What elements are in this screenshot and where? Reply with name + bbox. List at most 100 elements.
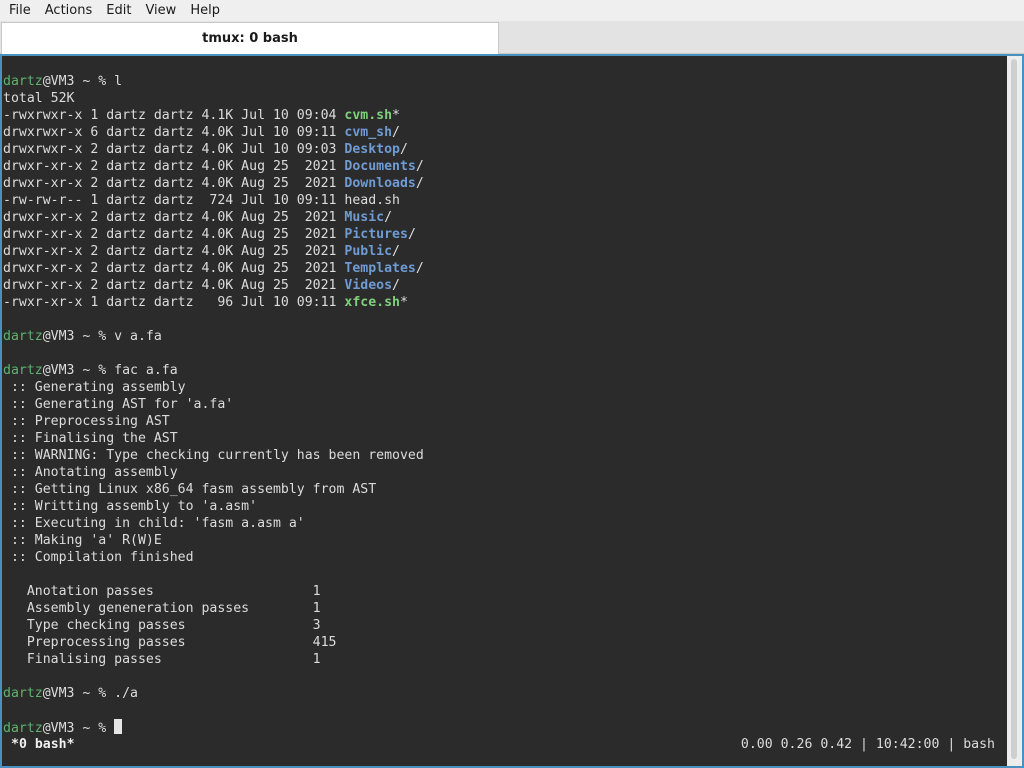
terminal-text: @VM3 ~ % fac a.fa (42, 363, 178, 378)
terminal-text: :: Executing in child: 'fasm a.asm a' (3, 516, 305, 531)
terminal-cursor (114, 719, 123, 734)
terminal-text: total 52K (3, 91, 75, 106)
terminal-line: -rw-rw-r-- 1 dartz dartz 724 Jul 10 09:1… (3, 192, 1003, 209)
terminal-line: :: Finalising the AST (3, 430, 1003, 447)
terminal-line: :: Generating assembly (3, 379, 1003, 396)
terminal-line: dartz@VM3 ~ % (3, 719, 1003, 736)
terminal-text: drwxr-xr-x 2 dartz dartz 4.0K Aug 25 202… (3, 159, 345, 174)
terminal-line: :: Executing in child: 'fasm a.asm a' (3, 515, 1003, 532)
tmux-status-right: 0.00 0.26 0.42 | 10:42:00 | bash (740, 737, 995, 752)
terminal-text: Type checking passes 3 (3, 618, 321, 633)
terminal-text: / (392, 278, 400, 293)
terminal-line: :: WARNING: Type checking currently has … (3, 447, 1003, 464)
terminal-text: * (392, 108, 400, 123)
terminal-scrollbar[interactable] (1007, 56, 1022, 766)
tab-tmux-bash[interactable]: tmux: 0 bash (1, 22, 499, 54)
directory-name: Templates (344, 261, 416, 276)
menu-view[interactable]: View (138, 0, 183, 21)
terminal-line: drwxr-xr-x 2 dartz dartz 4.0K Aug 25 202… (3, 260, 1003, 277)
terminal-text: / (415, 261, 424, 276)
terminal-line: drwxr-xr-x 2 dartz dartz 4.0K Aug 25 202… (3, 158, 1003, 175)
terminal-text: :: Generating assembly (3, 380, 186, 395)
prompt-user: dartz (3, 329, 43, 344)
terminal-text: / (384, 210, 393, 225)
tmux-status-bar: *0 bash* 0.00 0.26 0.42 | 10:42:00 | bas… (2, 736, 1007, 753)
terminal-line: drwxrwxr-x 6 dartz dartz 4.0K Jul 10 09:… (3, 124, 1003, 141)
terminal-text: @VM3 ~ % l (42, 74, 123, 89)
terminal-text: drwxr-xr-x 2 dartz dartz 4.0K Aug 25 202… (3, 261, 345, 276)
terminal-line: drwxrwxr-x 2 dartz dartz 4.0K Jul 10 09:… (3, 141, 1003, 158)
terminal-text: drwxr-xr-x 2 dartz dartz 4.0K Aug 25 202… (3, 278, 345, 293)
terminal-text: @VM3 ~ % v a.fa (42, 329, 162, 344)
terminal-output: dartz@VM3 ~ % l total 52K -rwxrwxr-x 1 dar… (3, 56, 1003, 736)
terminal-line: Assembly geneneration passes 1 (3, 600, 1003, 617)
terminal-view[interactable]: dartz@VM3 ~ % l total 52K -rwxrwxr-x 1 dar… (2, 56, 1007, 766)
terminal-line: :: Preprocessing AST (3, 413, 1003, 430)
directory-name: Public (344, 244, 393, 259)
directory-name: Pictures (344, 227, 408, 242)
terminal-text: :: Anotating assembly (3, 465, 178, 480)
terminal-text: / (415, 159, 424, 174)
menu-help[interactable]: Help (183, 0, 227, 21)
prompt-user: dartz (3, 686, 43, 701)
terminal-text: / (399, 142, 408, 157)
prompt-user: dartz (3, 363, 43, 378)
terminal-text: / (392, 244, 400, 259)
terminal-line: -rwxr-xr-x 1 dartz dartz 96 Jul 10 09:11… (3, 294, 1003, 311)
terminal-text: Preprocessing passes 415 (3, 635, 337, 650)
terminal-text: drwxr-xr-x 2 dartz dartz 4.0K Aug 25 202… (3, 176, 345, 191)
terminal-line: :: Generating AST for 'a.fa' (3, 396, 1003, 413)
terminal-text: -rw-rw-r-- 1 dartz dartz 724 Jul 10 09:1… (3, 193, 400, 208)
terminal-line: drwxr-xr-x 2 dartz dartz 4.0K Aug 25 202… (3, 209, 1003, 226)
terminal-line: :: Writting assembly to 'a.asm' (3, 498, 1003, 515)
terminal-line: :: Compilation finished (3, 549, 1003, 566)
terminal-text: :: Getting Linux x86_64 fasm assembly fr… (3, 482, 377, 497)
terminal-text: Assembly geneneration passes 1 (3, 601, 321, 616)
directory-name: cvm_sh (344, 125, 393, 140)
scrollbar-thumb[interactable] (1011, 59, 1017, 759)
terminal-frame: dartz@VM3 ~ % l total 52K -rwxrwxr-x 1 dar… (0, 54, 1024, 768)
terminal-line: Type checking passes 3 (3, 617, 1003, 634)
directory-name: Documents (344, 159, 416, 174)
terminal-text: Anotation passes 1 (3, 584, 321, 599)
terminal-line: drwxr-xr-x 2 dartz dartz 4.0K Aug 25 202… (3, 277, 1003, 294)
terminal-text: drwxr-xr-x 2 dartz dartz 4.0K Aug 25 202… (3, 244, 345, 259)
terminal-line: :: Getting Linux x86_64 fasm assembly fr… (3, 481, 1003, 498)
terminal-text: :: Generating AST for 'a.fa' (3, 397, 234, 412)
terminal-line: drwxr-xr-x 2 dartz dartz 4.0K Aug 25 202… (3, 175, 1003, 192)
terminal-text: drwxr-xr-x 2 dartz dartz 4.0K Aug 25 202… (3, 227, 345, 242)
terminal-line: total 52K (3, 90, 1003, 107)
tab-bar: tmux: 0 bash (0, 21, 1024, 54)
terminal-text: :: Making 'a' R(W)E (3, 533, 162, 548)
terminal-text: -rwxrwxr-x 1 dartz dartz 4.1K Jul 10 09:… (3, 108, 345, 123)
terminal-line: Preprocessing passes 415 (3, 634, 1003, 651)
terminal-line: drwxr-xr-x 2 dartz dartz 4.0K Aug 25 202… (3, 243, 1003, 260)
terminal-line: Finalising passes 1 (3, 651, 1003, 668)
terminal-line: drwxr-xr-x 2 dartz dartz 4.0K Aug 25 202… (3, 226, 1003, 243)
tmux-window-indicator[interactable]: *0 bash* (11, 736, 75, 753)
terminal-line: dartz@VM3 ~ % v a.fa (3, 328, 1003, 345)
terminal-text: -rwxr-xr-x 1 dartz dartz 96 Jul 10 09:11 (3, 295, 345, 310)
terminal-text: :: Compilation finished (3, 550, 194, 565)
terminal-line: :: Anotating assembly (3, 464, 1003, 481)
terminal-line: dartz@VM3 ~ % ./a (3, 685, 1003, 702)
terminal-text: @VM3 ~ % ./a (42, 686, 138, 701)
executable-name: cvm.sh (344, 108, 393, 123)
menu-actions[interactable]: Actions (38, 0, 100, 21)
terminal-text: * (399, 295, 408, 310)
terminal-text: drwxrwxr-x 6 dartz dartz 4.0K Jul 10 09:… (3, 125, 345, 140)
menu-edit[interactable]: Edit (99, 0, 138, 21)
menu-bar: File Actions Edit View Help (0, 0, 1024, 21)
directory-name: Videos (344, 278, 393, 293)
terminal-line: dartz@VM3 ~ % l (3, 73, 1003, 90)
terminal-text: / (392, 125, 400, 140)
terminal-line: Anotation passes 1 (3, 583, 1003, 600)
prompt-user: dartz (3, 721, 43, 736)
menu-file[interactable]: File (0, 0, 38, 21)
terminal-text: / (407, 227, 416, 242)
